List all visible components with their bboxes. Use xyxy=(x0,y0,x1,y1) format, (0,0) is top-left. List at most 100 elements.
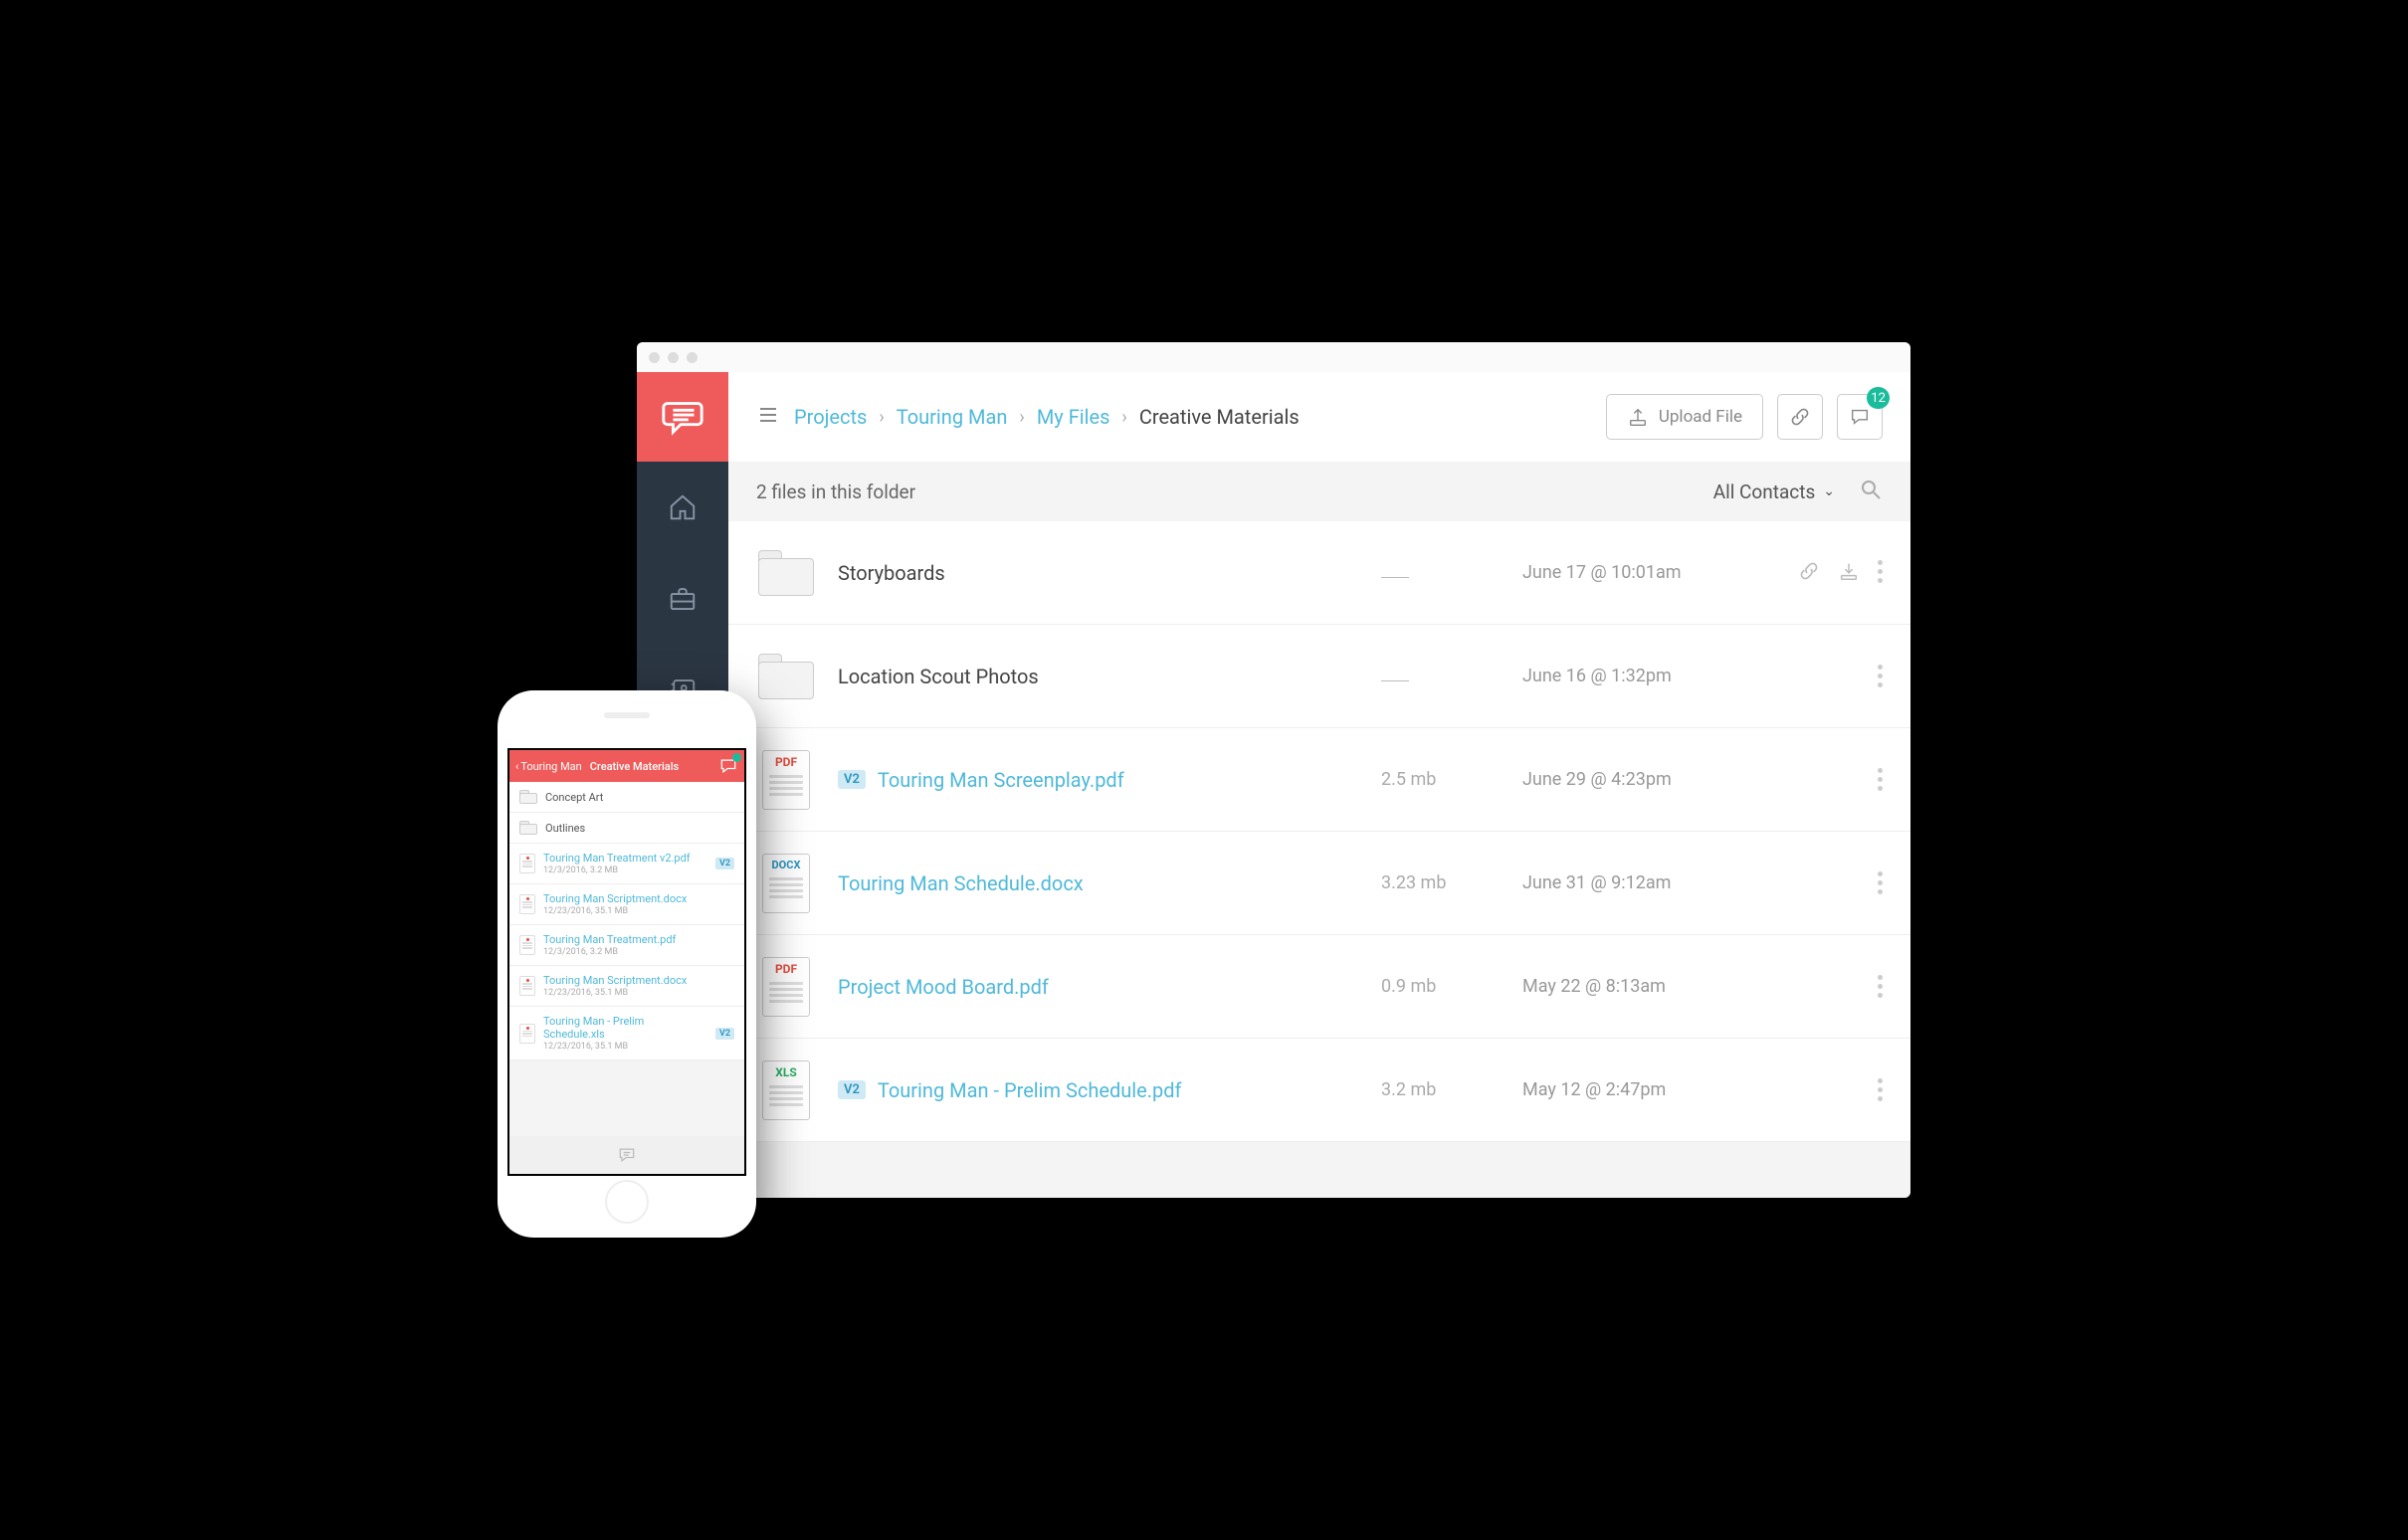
file-icon xyxy=(519,935,535,955)
breadcrumb-link[interactable]: Touring Man xyxy=(897,405,1008,429)
file-icon: XLS xyxy=(762,1060,810,1120)
comments-button[interactable]: 12 xyxy=(1837,394,1883,440)
file-row[interactable]: StoryboardsJune 17 @ 10:01am xyxy=(728,521,1910,625)
link-icon[interactable] xyxy=(1798,560,1820,586)
file-date: June 16 @ 1:32pm xyxy=(1522,666,1741,686)
window-dot[interactable] xyxy=(687,352,698,363)
file-size: 3.23 mb xyxy=(1381,872,1501,893)
phone-file-list: Concept ArtOutlinesTouring Man Treatment… xyxy=(509,782,744,1136)
file-icon: PDF xyxy=(762,957,810,1017)
phone-file-meta: 12/3/2016, 3.2 MB xyxy=(543,866,691,875)
phone-title: Creative Materials xyxy=(590,760,679,773)
file-icon xyxy=(519,976,535,996)
phone-file-row[interactable]: Concept Art xyxy=(509,782,744,813)
file-size: 2.5 mb xyxy=(1381,769,1501,790)
breadcrumb-link[interactable]: My Files xyxy=(1037,405,1110,429)
phone-file-row[interactable]: Touring Man - Prelim Schedule.xls12/23/2… xyxy=(509,1007,744,1060)
breadcrumb-link[interactable]: Projects xyxy=(794,405,867,429)
phone-file-row[interactable]: Touring Man Scriptment.docx12/23/2016, 3… xyxy=(509,966,744,1007)
more-icon[interactable] xyxy=(1878,1078,1883,1101)
subheader: 2 files in this folder All Contacts ⌄ xyxy=(728,462,1910,521)
phone-file-row[interactable]: Outlines xyxy=(509,813,744,844)
file-name: Project Mood Board.pdf xyxy=(838,975,1049,999)
phone-screen: ‹ Touring Man Creative Materials Concept… xyxy=(507,748,746,1176)
topbar: Projects › Touring Man › My Files › Crea… xyxy=(728,372,1910,462)
chevron-right-icon: › xyxy=(1121,407,1126,428)
upload-file-button[interactable]: Upload File xyxy=(1606,394,1763,440)
search-icon[interactable] xyxy=(1859,478,1883,506)
contacts-label: All Contacts xyxy=(1713,481,1816,503)
phone-file-row[interactable]: Touring Man Scriptment.docx12/23/2016, 3… xyxy=(509,884,744,925)
file-date: June 29 @ 4:23pm xyxy=(1522,769,1741,790)
folder-icon xyxy=(758,654,814,699)
file-row[interactable]: Location Scout PhotosJune 16 @ 1:32pm xyxy=(728,625,1910,728)
phone-file-name: Touring Man - Prelim Schedule.xls xyxy=(543,1015,707,1041)
file-name: Touring Man Screenplay.pdf xyxy=(878,768,1124,792)
phone-file-meta: 12/3/2016, 3.2 MB xyxy=(543,947,676,957)
contacts-dropdown[interactable]: All Contacts ⌄ xyxy=(1713,481,1835,503)
file-icon: DOCX xyxy=(762,854,810,913)
chevron-right-icon: › xyxy=(1019,407,1024,428)
file-icon xyxy=(519,854,535,873)
phone-back-button[interactable]: ‹ Touring Man xyxy=(515,760,582,773)
chevron-down-icon: ⌄ xyxy=(1823,483,1835,499)
window-dot[interactable] xyxy=(649,352,660,363)
file-size: 3.2 mb xyxy=(1381,1079,1501,1100)
menu-icon[interactable] xyxy=(756,403,780,431)
file-row[interactable]: PDF V2 Touring Man Screenplay.pdf 2.5 mb Jun… xyxy=(728,728,1910,832)
chevron-left-icon: ‹ xyxy=(515,760,518,773)
window-dot[interactable] xyxy=(668,352,679,363)
breadcrumb-current: Creative Materials xyxy=(1139,405,1300,429)
share-link-button[interactable] xyxy=(1777,394,1823,440)
file-icon xyxy=(519,1024,535,1044)
file-name: Touring Man - Prelim Schedule.pdf xyxy=(878,1078,1182,1102)
phone-badge xyxy=(732,753,741,762)
file-size: 0.9 mb xyxy=(1381,976,1501,997)
phone-file-meta: 12/23/2016, 35.1 MB xyxy=(543,1042,707,1052)
more-icon[interactable] xyxy=(1878,665,1883,687)
phone-file-name: Touring Man Treatment v2.pdf xyxy=(543,852,691,865)
version-tag: V2 xyxy=(715,1028,734,1040)
more-icon[interactable] xyxy=(1878,975,1883,998)
file-date: May 22 @ 8:13am xyxy=(1522,976,1741,997)
folder-icon xyxy=(758,550,814,596)
file-date: May 12 @ 2:47pm xyxy=(1522,1079,1741,1100)
sidebar-home-icon[interactable] xyxy=(637,462,728,553)
app-window: Projects › Touring Man › My Files › Crea… xyxy=(637,342,1910,1198)
window-titlebar xyxy=(637,342,1910,372)
phone-file-name: Touring Man Treatment.pdf xyxy=(543,933,676,946)
phone-file-row[interactable]: Touring Man Treatment v2.pdf12/3/2016, 3… xyxy=(509,844,744,884)
folder-icon xyxy=(519,821,537,835)
file-list: StoryboardsJune 17 @ 10:01amLocation Sco… xyxy=(728,521,1910,1198)
version-tag: V2 xyxy=(838,770,866,789)
phone-footer xyxy=(509,1136,744,1174)
file-count-label: 2 files in this folder xyxy=(756,481,915,503)
chevron-right-icon: › xyxy=(879,407,884,428)
version-tag: V2 xyxy=(838,1080,866,1099)
more-icon[interactable] xyxy=(1878,871,1883,894)
more-icon[interactable] xyxy=(1878,560,1883,586)
phone-back-label: Touring Man xyxy=(520,760,581,773)
file-icon: PDF xyxy=(762,750,810,810)
phone-file-name: Concept Art xyxy=(545,791,603,804)
file-date: June 31 @ 9:12am xyxy=(1522,872,1741,893)
file-row[interactable]: XLS V2 Touring Man - Prelim Schedule.pdf 3.… xyxy=(728,1039,1910,1142)
phone-file-meta: 12/23/2016, 35.1 MB xyxy=(543,988,687,998)
phone-file-name: Touring Man Scriptment.docx xyxy=(543,892,687,905)
more-icon[interactable] xyxy=(1878,768,1883,791)
phone-footer-icon[interactable] xyxy=(617,1145,637,1165)
file-size xyxy=(1381,562,1501,583)
phone-file-row[interactable]: Touring Man Treatment.pdf12/3/2016, 3.2 … xyxy=(509,925,744,966)
sidebar-briefcase-icon[interactable] xyxy=(637,553,728,645)
file-date: June 17 @ 10:01am xyxy=(1522,562,1741,583)
phone-chat-icon[interactable] xyxy=(718,756,738,776)
comments-badge: 12 xyxy=(1867,387,1890,409)
phone-header: ‹ Touring Man Creative Materials xyxy=(509,750,744,782)
app-logo[interactable] xyxy=(637,372,728,462)
file-row[interactable]: PDF Project Mood Board.pdf 0.9 mb May 22 @ … xyxy=(728,935,1910,1039)
breadcrumb: Projects › Touring Man › My Files › Crea… xyxy=(794,405,1592,429)
folder-icon xyxy=(519,790,537,804)
file-row[interactable]: DOCXTouring Man Schedule.docx3.23 mbJune… xyxy=(728,832,1910,935)
download-icon[interactable] xyxy=(1838,560,1860,586)
upload-file-label: Upload File xyxy=(1659,407,1742,427)
